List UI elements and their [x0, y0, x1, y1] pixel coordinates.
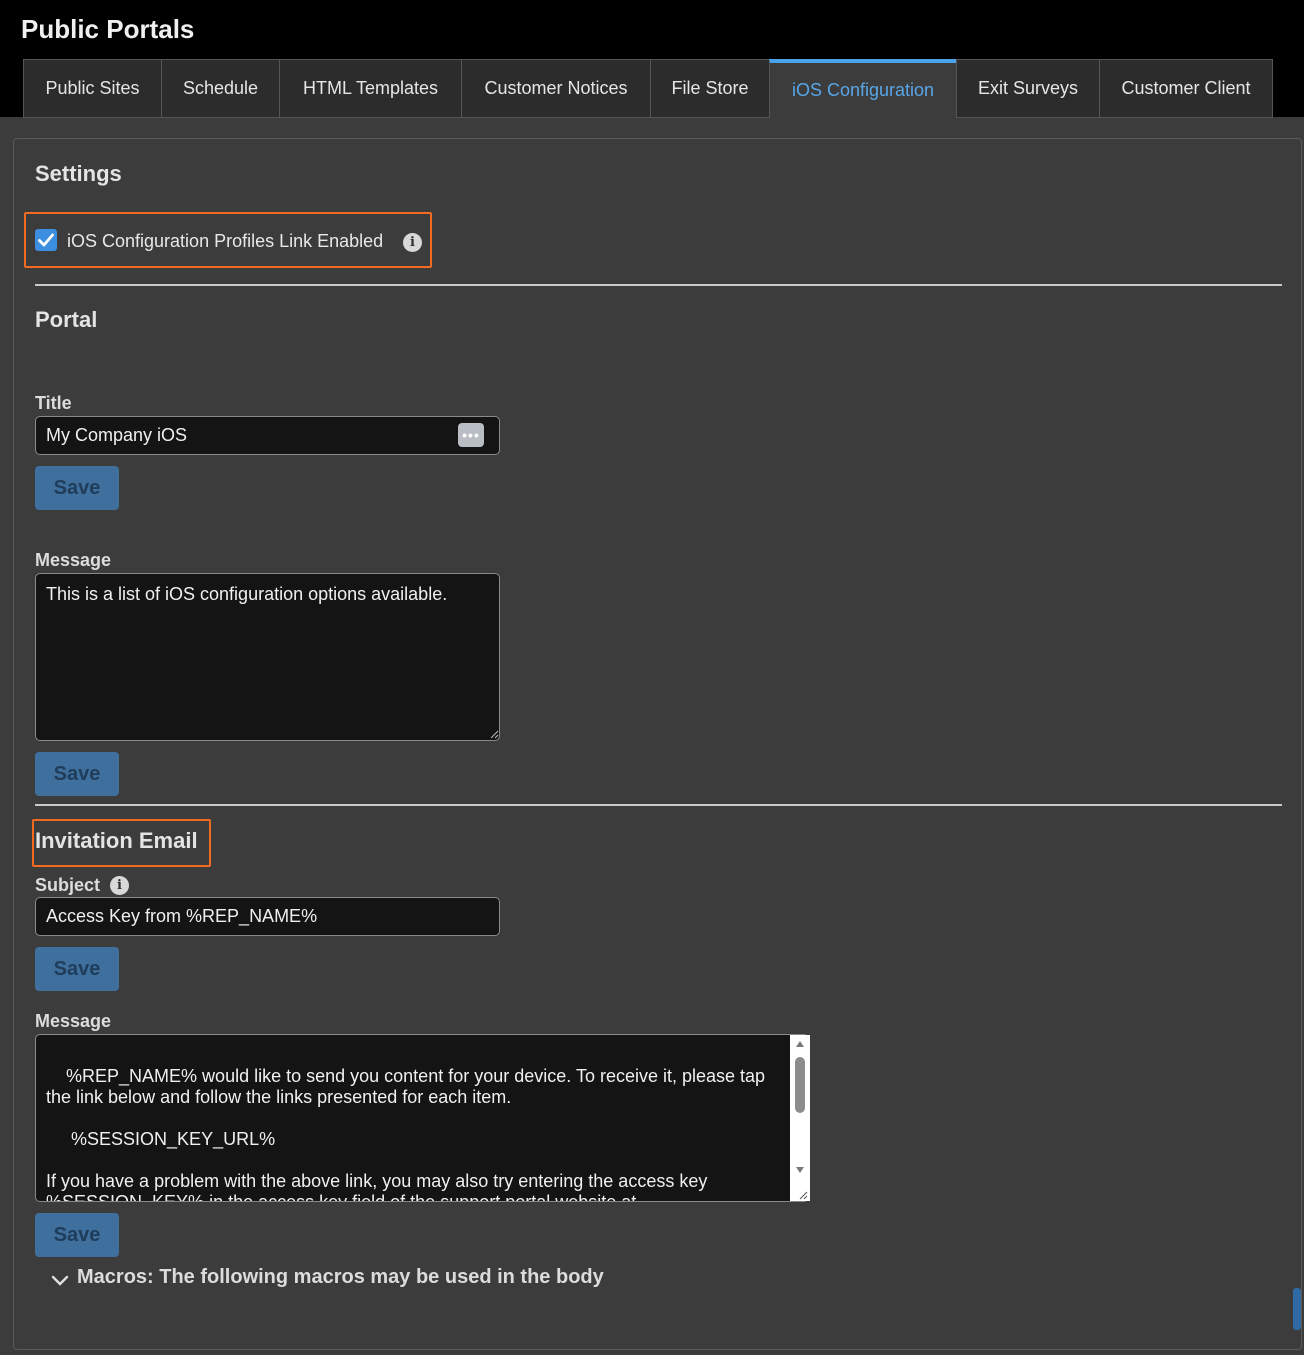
invitation-message-value: %REP_NAME% would like to send you conten… — [46, 1066, 766, 1202]
content-panel: Settings iOS Configuration Profiles Link… — [13, 138, 1302, 1350]
message-scrollbar[interactable] — [790, 1035, 810, 1201]
invitation-message-textarea[interactable]: %REP_NAME% would like to send you conten… — [35, 1034, 809, 1202]
settings-heading: Settings — [35, 161, 122, 186]
title-label: Title — [35, 393, 72, 413]
portal-message-save-button[interactable]: Save — [35, 752, 119, 796]
invitation-message-save-button[interactable]: Save — [35, 1213, 119, 1257]
portal-message-textarea[interactable]: This is a list of iOS configuration opti… — [35, 573, 500, 741]
scroll-thumb[interactable] — [795, 1057, 805, 1113]
tab-exit-surveys[interactable]: Exit Surveys — [956, 59, 1099, 118]
tab-customer-notices[interactable]: Customer Notices — [461, 59, 650, 118]
tab-public-sites[interactable]: Public Sites — [23, 59, 161, 118]
macros-label: Macros: The following macros may be used… — [77, 1266, 604, 1288]
chevron-down-icon — [51, 1275, 69, 1286]
portal-title-input[interactable]: My Company iOS — [35, 416, 500, 455]
page-title: Public Portals — [21, 14, 195, 44]
scroll-up-arrow-icon[interactable] — [795, 1040, 805, 1048]
scroll-down-arrow-icon[interactable] — [795, 1166, 805, 1174]
tab-file-store[interactable]: File Store — [650, 59, 769, 118]
resize-grip-icon[interactable] — [798, 1190, 808, 1200]
checkmark-icon — [38, 233, 54, 247]
tab-bar: Public Sites Schedule HTML Templates Cus… — [23, 59, 1273, 118]
tab-ios-configuration[interactable]: iOS Configuration — [769, 59, 956, 118]
more-dots-icon[interactable]: ••• — [458, 423, 484, 447]
section-divider — [35, 804, 1282, 806]
ios-profiles-link-checkbox[interactable] — [35, 229, 57, 251]
top-bar: Public Portals Public Sites Schedule HTM… — [0, 0, 1304, 118]
portal-title-save-button[interactable]: Save — [35, 466, 119, 510]
ios-profiles-link-label: iOS Configuration Profiles Link Enabled — [67, 231, 384, 251]
subject-save-button[interactable]: Save — [35, 947, 119, 991]
invitation-email-heading: Invitation Email — [35, 828, 198, 853]
subject-input[interactable]: Access Key from %REP_NAME% — [35, 897, 500, 936]
subject-label: Subject — [35, 875, 101, 895]
tab-customer-client[interactable]: Customer Client — [1099, 59, 1273, 118]
macros-toggle[interactable]: Macros: The following macros may be used… — [51, 1266, 604, 1289]
invitation-message-label: Message — [35, 1011, 112, 1031]
portal-message-value: This is a list of iOS configuration opti… — [46, 584, 448, 604]
section-divider — [35, 284, 1282, 286]
info-icon[interactable]: i — [110, 876, 129, 895]
portal-title-value: My Company iOS — [46, 425, 188, 445]
portal-message-label: Message — [35, 550, 112, 570]
tab-html-templates[interactable]: HTML Templates — [279, 59, 461, 118]
info-icon[interactable]: i — [403, 233, 422, 252]
edge-scroll-indicator — [1293, 1288, 1301, 1330]
resize-grip-icon[interactable] — [489, 729, 499, 739]
subject-value: Access Key from %REP_NAME% — [46, 906, 318, 926]
portal-heading: Portal — [35, 307, 98, 332]
tab-schedule[interactable]: Schedule — [161, 59, 279, 118]
